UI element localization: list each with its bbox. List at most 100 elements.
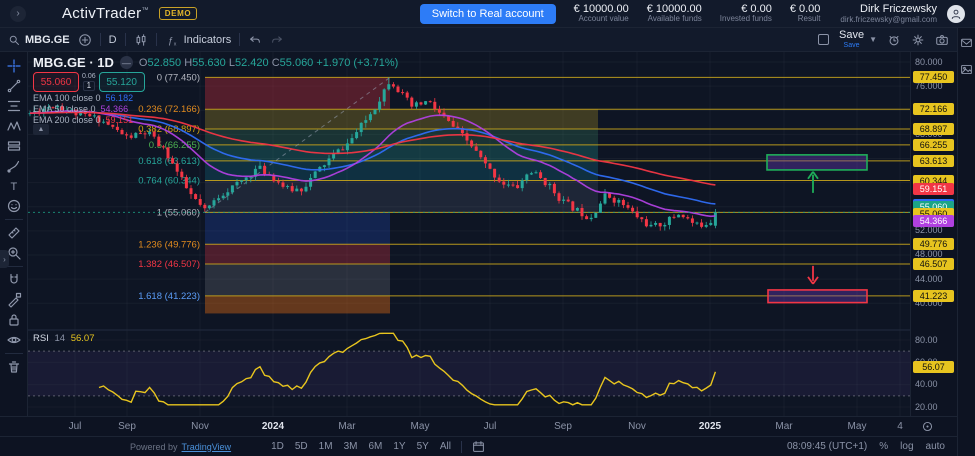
rsi-axis-label: 80.00 — [915, 335, 938, 346]
indicators-button[interactable]: ƒx Indicators — [165, 33, 232, 47]
symbol-search[interactable]: MBG.GE — [8, 34, 70, 46]
candle-body — [323, 165, 326, 167]
candle-body — [594, 213, 597, 218]
range-6m[interactable]: 6M — [368, 441, 382, 452]
fib-level-label: 0.236 (72.166) — [138, 104, 200, 115]
price-axis[interactable]: 80.00076.00068.00052.00048.00044.00040.0… — [910, 52, 957, 416]
time-axis-label: 2024 — [262, 421, 284, 432]
auto-scale-button[interactable]: auto — [926, 441, 945, 452]
switch-to-real-account-button[interactable]: Switch to Real account — [420, 4, 556, 24]
fib-band — [205, 244, 390, 264]
tool-magnet[interactable] — [3, 270, 25, 290]
trademark: ™ — [141, 7, 148, 14]
tool-long-position[interactable] — [3, 136, 25, 156]
chart-legend: MBG.GE · 1D — O52.850 H55.630 L52.420 C5… — [33, 55, 398, 70]
candle-body — [691, 218, 694, 222]
settings-button[interactable] — [911, 33, 925, 47]
quote-widget: 55.060 0.06 1 55.120 — [33, 72, 145, 92]
sidebar-expand-button[interactable]: › — [10, 6, 26, 22]
sell-button[interactable]: 55.060 — [33, 72, 79, 92]
svg-text:x: x — [173, 41, 176, 47]
candle-body — [576, 208, 579, 211]
collapse-legend-icon[interactable]: — — [120, 56, 133, 69]
tool-measure[interactable] — [3, 223, 25, 243]
app-logo: ActivTrader™ — [62, 5, 149, 22]
left-panel-expander[interactable]: › — [0, 250, 9, 268]
range-3m[interactable]: 3M — [344, 441, 358, 452]
price-axis-badge: 72.166 — [913, 103, 954, 115]
time-axis-label: Jul — [69, 421, 82, 432]
snapshot-button[interactable] — [935, 33, 949, 47]
tool-lock-all[interactable] — [3, 310, 25, 330]
candle-body — [134, 133, 137, 138]
tool-fib-retracement[interactable] — [3, 96, 25, 116]
range-1d[interactable]: 1D — [271, 441, 284, 452]
scroll-to-latest-icon[interactable] — [921, 420, 934, 433]
candle-body — [617, 200, 620, 203]
candle-body — [162, 146, 165, 147]
candle-body — [180, 172, 183, 177]
candle-body — [387, 84, 390, 89]
candle-body — [530, 173, 533, 174]
quantity-field[interactable]: 1 — [83, 81, 95, 91]
range-all[interactable]: All — [440, 441, 451, 452]
range-5y[interactable]: 5Y — [417, 441, 429, 452]
percent-scale-button[interactable]: % — [879, 441, 888, 452]
timeframe-button[interactable]: D — [109, 34, 117, 46]
candle-body — [447, 116, 450, 121]
layout-button[interactable] — [818, 34, 829, 45]
alert-button[interactable] — [887, 33, 901, 47]
add-symbol-button[interactable] — [78, 33, 92, 47]
candle-body — [157, 137, 160, 147]
tool-crosshair[interactable] — [3, 56, 25, 76]
price-axis-badge: 46.507 — [913, 258, 954, 270]
candle-body — [604, 193, 607, 203]
news-image-icon[interactable] — [960, 63, 973, 76]
legend-collapse-button[interactable]: ▲ — [33, 124, 49, 135]
tool-hide-all[interactable] — [3, 330, 25, 350]
price-axis-label: 52.000 — [915, 225, 943, 236]
chart-toolbar: MBG.GE D ƒx Indicators Save Save — [0, 28, 957, 52]
fib-level-label: 1.236 (49.776) — [138, 239, 200, 250]
candlestick-icon — [134, 33, 148, 47]
candle-body — [452, 121, 455, 127]
go-to-date-icon[interactable] — [472, 440, 485, 453]
tool-brush[interactable] — [3, 156, 25, 176]
candle-body — [659, 223, 662, 226]
tool-trend-line[interactable] — [3, 76, 25, 96]
candle-body — [360, 123, 363, 132]
undo-button[interactable] — [248, 33, 262, 47]
buy-button[interactable]: 55.120 — [99, 72, 145, 92]
time-axis-label: May — [848, 421, 867, 432]
tool-xabcd-pattern[interactable] — [3, 116, 25, 136]
range-5d[interactable]: 5D — [295, 441, 308, 452]
candle-body — [650, 225, 653, 226]
redo-button[interactable] — [270, 33, 284, 47]
user-avatar[interactable] — [947, 5, 965, 23]
demo-badge: DEMO — [159, 7, 197, 20]
tool-text[interactable]: T — [3, 176, 25, 196]
chart-area[interactable]: 0 (77.450)0.236 (72.166)0.382 (68.897)0.… — [28, 52, 910, 416]
candle-body — [194, 194, 197, 199]
log-scale-button[interactable]: log — [900, 441, 913, 452]
price-axis-badge: 63.613 — [913, 155, 954, 167]
candle-body — [558, 193, 561, 201]
messages-icon[interactable] — [960, 36, 973, 49]
candle-body — [153, 132, 156, 137]
candle-body — [562, 200, 565, 201]
candle-body — [328, 158, 331, 165]
range-1y[interactable]: 1Y — [393, 441, 405, 452]
range-1m[interactable]: 1M — [319, 441, 333, 452]
tool-remove-all[interactable] — [3, 357, 25, 377]
tool-drawing-lock[interactable] — [3, 290, 25, 310]
tool-emoji[interactable] — [3, 196, 25, 216]
save-layout-button[interactable]: Save Save ▼ — [839, 30, 877, 49]
time-axis[interactable]: JulSepNov2024MarMayJulSepNov2025MarMay4 — [0, 416, 957, 436]
candle-body — [686, 217, 689, 218]
tradingview-link[interactable]: TradingView — [182, 442, 232, 452]
candle-body — [300, 189, 303, 192]
chart-style-button[interactable] — [134, 33, 148, 47]
candle-body — [116, 127, 119, 130]
price-chart-canvas[interactable]: 0 (77.450)0.236 (72.166)0.382 (68.897)0.… — [28, 52, 910, 416]
candle-body — [484, 157, 487, 163]
